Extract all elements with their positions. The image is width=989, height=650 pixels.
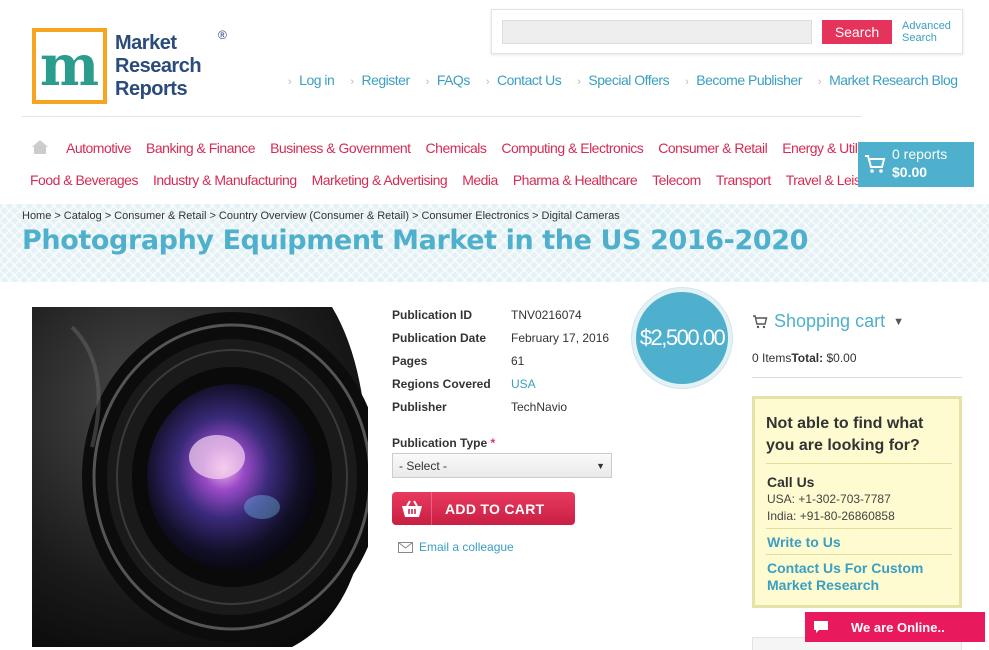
nav-consumer-retail[interactable]: Consumer & Retail: [658, 140, 768, 156]
top-links: Log in Register FAQs Contact Us Special …: [288, 72, 974, 88]
region-link[interactable]: USA: [511, 377, 536, 400]
nav-banking-finance[interactable]: Banking & Finance: [146, 140, 256, 156]
help-box: Not able to find what you are looking fo…: [752, 396, 962, 608]
nav-transport[interactable]: Transport: [716, 172, 771, 188]
site-logo[interactable]: m Market Research Reports ®: [32, 26, 227, 106]
login-link[interactable]: Log in: [288, 72, 335, 88]
contact-us-link[interactable]: Contact Us: [486, 72, 562, 88]
basket-icon: [392, 492, 432, 525]
phone-india: India: +91-80-26860858: [767, 509, 895, 523]
nav-computing-electronics[interactable]: Computing & Electronics: [501, 140, 643, 156]
cart-total: $0.00: [892, 164, 928, 180]
category-nav-row-2: Food & Beverages Industry & Manufacturin…: [30, 172, 894, 188]
sidebar-divider: [752, 377, 962, 378]
cart-count: 0 reports: [892, 146, 948, 162]
breadcrumb-catalog[interactable]: Catalog: [64, 210, 102, 222]
nav-telecom[interactable]: Telecom: [652, 172, 701, 188]
live-chat-button[interactable]: We are Online..: [805, 612, 985, 642]
search-button[interactable]: Search: [822, 20, 892, 44]
home-icon[interactable]: [31, 139, 49, 155]
registered-mark: ®: [218, 28, 227, 42]
breadcrumb-country-overview[interactable]: Country Overview (Consumer & Retail): [219, 210, 409, 222]
cart-icon: [865, 155, 886, 173]
envelope-icon: [398, 541, 413, 553]
logo-mark: m: [32, 28, 107, 104]
product-details: Publication ID TNV0216074 Publication Da…: [392, 308, 609, 423]
product-image-camera-lens: [32, 307, 368, 647]
detail-regions-covered: Regions Covered USA: [392, 377, 609, 400]
nav-media[interactable]: Media: [462, 172, 498, 188]
header-divider: [22, 116, 862, 117]
advanced-search-link[interactable]: Advanced Search: [902, 20, 951, 44]
publication-type-select[interactable]: - Select - ▼: [392, 453, 612, 478]
write-to-us-link[interactable]: Write to Us: [767, 534, 957, 551]
search-input[interactable]: [502, 20, 812, 44]
nav-marketing-advertising[interactable]: Marketing & Advertising: [312, 172, 448, 188]
blog-link[interactable]: Market Research Blog: [818, 72, 958, 88]
nav-food-beverages[interactable]: Food & Beverages: [30, 172, 138, 188]
become-publisher-link[interactable]: Become Publisher: [685, 72, 802, 88]
category-nav-row-1: Automotive Banking & Finance Business & …: [66, 140, 895, 156]
faqs-link[interactable]: FAQs: [426, 72, 471, 88]
add-to-cart-button[interactable]: ADD TO CART: [392, 492, 575, 525]
breadcrumb-digital-cameras[interactable]: Digital Cameras: [542, 210, 620, 222]
cart-summary: 0 ItemsTotal: $0.00: [752, 351, 857, 365]
help-divider: [766, 528, 952, 529]
phone-usa: USA: +1-302-703-7787: [767, 492, 891, 506]
breadcrumb-consumer-electronics[interactable]: Consumer Electronics: [421, 210, 529, 222]
shopping-cart-icon: [753, 314, 768, 328]
call-us-heading: Call Us: [767, 474, 815, 490]
search-box: Search Advanced Search: [491, 9, 963, 54]
header-cart-button[interactable]: 0 reports $0.00: [858, 142, 974, 187]
shopping-cart-header[interactable]: Shopping cart ▼: [752, 311, 904, 332]
nav-pharma-healthcare[interactable]: Pharma & Healthcare: [513, 172, 638, 188]
nav-business-government[interactable]: Business & Government: [270, 140, 411, 156]
register-link[interactable]: Register: [350, 72, 411, 88]
publication-type-label: Publication Type *: [392, 436, 496, 450]
contact-custom-research-link[interactable]: Contact Us For Custom Market Research: [767, 560, 957, 594]
help-question: Not able to find what you are looking fo…: [766, 415, 924, 454]
nav-automotive[interactable]: Automotive: [66, 140, 132, 156]
dropdown-arrow-icon: ▼: [596, 460, 605, 471]
detail-publisher: Publisher TechNavio: [392, 400, 568, 414]
logo-text: Market Research Reports: [115, 31, 202, 100]
help-divider: [766, 554, 952, 555]
help-divider: [766, 463, 952, 464]
breadcrumb: Home > Catalog > Consumer & Retail > Country O…: [22, 210, 620, 222]
special-offers-link[interactable]: Special Offers: [577, 72, 669, 88]
breadcrumb-consumer-retail[interactable]: Consumer & Retail: [114, 210, 206, 222]
page-title: Photography Equipment Market in the US 2…: [22, 225, 809, 256]
nav-industry-manufacturing[interactable]: Industry & Manufacturing: [153, 172, 297, 188]
nav-chemicals[interactable]: Chemicals: [426, 140, 487, 156]
detail-pages: Pages 61: [392, 354, 525, 368]
chat-bubble-icon: [805, 612, 837, 642]
caret-down-icon: ▼: [893, 315, 904, 328]
detail-publication-date: Publication Date February 17, 2016: [392, 331, 610, 345]
detail-publication-id: Publication ID TNV0216074: [392, 308, 582, 322]
email-colleague-link[interactable]: Email a colleague: [398, 540, 514, 554]
price-badge: $2,500.00: [632, 288, 732, 388]
breadcrumb-home[interactable]: Home: [22, 210, 51, 222]
